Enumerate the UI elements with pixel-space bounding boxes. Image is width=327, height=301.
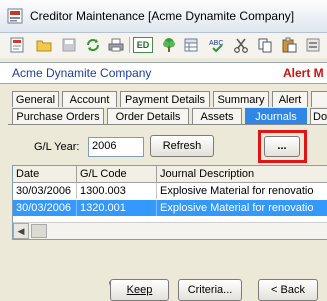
tab-label: Do — [313, 111, 327, 123]
tab-general[interactable]: General — [12, 91, 59, 107]
save-icon[interactable] — [60, 36, 78, 54]
tab-account[interactable]: Account — [62, 91, 117, 107]
table-row-selected[interactable]: 30/03/2006 1320.001 Explosive Material f… — [13, 200, 327, 216]
paste-icon[interactable] — [280, 36, 298, 54]
column-header-journal-description[interactable]: Journal Description — [157, 166, 327, 182]
table-header: Date G/L Code Journal Description — [13, 166, 327, 183]
criteria-button[interactable]: Criteria... — [178, 279, 242, 301]
keep-button-face[interactable]: Keep — [110, 279, 169, 301]
tab-label: Assets — [200, 111, 234, 123]
journals-table[interactable]: Date G/L Code Journal Description 30/03/… — [12, 165, 327, 240]
tab-summary[interactable]: Summary — [213, 91, 269, 107]
copy-icon[interactable] — [256, 36, 274, 54]
tab-alert[interactable]: Alert — [272, 91, 308, 107]
cut-icon[interactable] — [232, 36, 250, 54]
title-bar: Creditor Maintenance [Acme Dynamite Comp… — [0, 0, 327, 33]
gl-year-value: 2006 — [92, 140, 117, 152]
column-header-date[interactable]: Date — [13, 166, 77, 182]
company-header: Acme Dynamite Company Alert M — [0, 62, 327, 84]
tab-assets[interactable]: Assets — [192, 108, 242, 124]
column-header-gl-code[interactable]: G/L Code — [77, 166, 157, 182]
cell-date: 30/03/2006 — [13, 200, 77, 216]
tab-label: Journals — [255, 111, 297, 123]
ed-icon[interactable]: ED — [133, 37, 153, 53]
refresh-button[interactable]: Refresh — [150, 135, 214, 157]
tab-label: General — [15, 94, 56, 106]
print-icon[interactable] — [107, 36, 125, 54]
alert-indicator: Alert M — [283, 66, 324, 80]
window-title: Creditor Maintenance [Acme Dynamite Comp… — [30, 9, 295, 23]
horizontal-scrollbar[interactable]: ◀ — [13, 222, 327, 239]
app-icon — [7, 8, 23, 24]
scroll-thumb[interactable] — [31, 224, 47, 238]
tab-documents[interactable]: Do — [310, 108, 327, 124]
back-button[interactable]: < Back — [258, 279, 318, 301]
more-icon[interactable] — [304, 36, 322, 54]
table-row[interactable]: 30/03/2006 1300.003 Explosive Material f… — [13, 183, 327, 199]
cell-description: Explosive Material for renovatio — [160, 202, 314, 214]
tab-purchase-orders[interactable]: Purchase Orders — [12, 108, 104, 124]
tab-order-details[interactable]: Order Details — [107, 108, 189, 124]
scroll-left-icon[interactable]: ◀ — [13, 223, 29, 239]
tab-label: Summary — [217, 94, 265, 106]
toolbar-separator — [129, 37, 130, 53]
highlight-box — [258, 130, 307, 163]
toolbar: ED ABC — [0, 33, 327, 58]
ed-icon-label: ED — [136, 40, 150, 50]
cell-description: Explosive Material for renovatio — [160, 185, 314, 197]
tab-label: Alert — [278, 94, 302, 106]
refresh-button-label: Refresh — [162, 140, 202, 152]
tab-label: Payment Details — [124, 94, 206, 106]
cell-gl-code: 1300.003 — [77, 183, 157, 199]
tab-payment-details[interactable]: Payment Details — [120, 91, 210, 107]
tab-label: Order Details — [115, 111, 181, 123]
grid-icon[interactable] — [182, 36, 200, 54]
tab-journals[interactable]: Journals — [245, 108, 307, 124]
tab-overflow[interactable] — [311, 91, 327, 107]
company-name: Acme Dynamite Company — [12, 66, 152, 80]
gl-year-label: G/L Year: — [34, 141, 80, 153]
open-folder-icon[interactable] — [35, 36, 53, 54]
gl-year-field[interactable]: 2006 — [88, 137, 144, 157]
cell-date: 30/03/2006 — [13, 183, 77, 199]
tree-icon[interactable] — [160, 36, 178, 54]
tab-label: Account — [69, 94, 110, 106]
spellcheck-icon[interactable]: ABC — [208, 36, 226, 54]
record-icon[interactable] — [8, 36, 26, 54]
cell-gl-code: 1320.001 — [77, 200, 157, 216]
tab-label: Purchase Orders — [16, 111, 100, 123]
refresh-icon[interactable] — [84, 36, 102, 54]
